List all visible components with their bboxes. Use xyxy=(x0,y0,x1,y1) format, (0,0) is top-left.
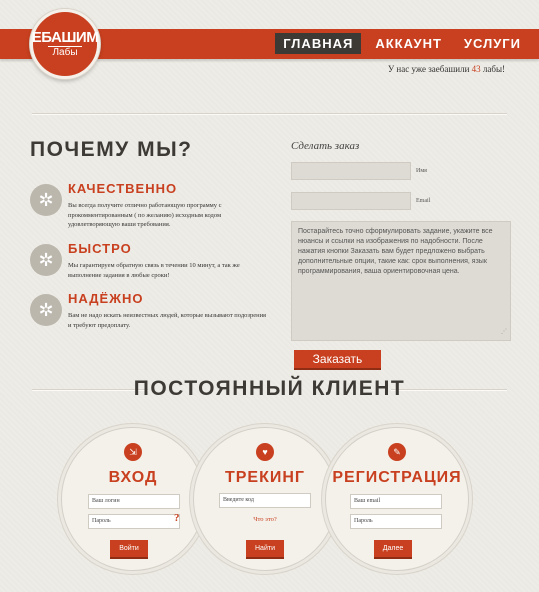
login-title: ВХОД xyxy=(108,469,158,486)
resize-grip-icon[interactable]: ⋰ xyxy=(501,327,507,337)
order-form-title: Сделать заказ xyxy=(291,140,360,152)
register-panel: ✎ РЕГИСТРАЦИЯ Ваш email Пароль Далее xyxy=(325,427,469,571)
nav-services[interactable]: УСЛУГИ xyxy=(456,33,529,54)
login-icon: ⇲ xyxy=(124,443,142,461)
asterisk-icon: ✲ xyxy=(30,294,62,326)
feature-text: Вам не надо искать неизвестных людей, ко… xyxy=(68,312,267,329)
login-input[interactable]: Ваш логин xyxy=(88,494,180,509)
nav-home[interactable]: ГЛАВНАЯ xyxy=(275,33,362,54)
tracking-panel: ♥ ТРЕКИНГ Введите код Что это? Найти xyxy=(193,427,337,571)
site-logo[interactable]: ЕБАШИМ Лабы xyxy=(30,9,100,79)
tracking-code-input[interactable]: Введите код xyxy=(219,493,311,508)
forgot-password-link[interactable]: ? xyxy=(174,512,180,524)
next-button[interactable]: Далее xyxy=(374,540,412,557)
logo-subtitle: Лабы xyxy=(48,46,82,58)
name-label: Имя xyxy=(416,168,427,174)
email-field[interactable] xyxy=(291,192,411,210)
tracking-title: ТРЕКИНГ xyxy=(224,469,305,486)
register-icon: ✎ xyxy=(388,443,406,461)
order-submit-button[interactable]: Заказать xyxy=(294,350,381,368)
login-button[interactable]: Войти xyxy=(110,540,148,557)
feature-text: Мы гарантируем обратную связь в течении … xyxy=(68,262,240,279)
password-input[interactable]: Пароль xyxy=(88,514,180,529)
why-us-heading: ПОЧЕМУ МЫ? xyxy=(30,138,193,161)
asterisk-icon: ✲ xyxy=(30,244,62,276)
feature-title: БЫСТРО xyxy=(68,241,132,256)
regular-client-heading: ПОСТОЯННЫЙ КЛИЕНТ xyxy=(133,377,406,400)
textarea-placeholder: Постарайтесь точно сформулировать задани… xyxy=(298,228,493,275)
main-nav: ГЛАВНАЯ АККАУНТ УСЛУГИ xyxy=(275,33,529,54)
find-button[interactable]: Найти xyxy=(246,540,284,557)
register-title: РЕГИСТРАЦИЯ xyxy=(332,469,462,486)
what-is-this-link[interactable]: Что это? xyxy=(194,516,336,523)
logo-title: ЕБАШИМ xyxy=(31,29,99,46)
name-field[interactable] xyxy=(291,162,411,180)
feature-title: КАЧЕСТВЕННО xyxy=(68,181,178,196)
divider xyxy=(32,113,507,115)
register-email-input[interactable]: Ваш email xyxy=(350,494,442,509)
heart-icon: ♥ xyxy=(256,443,274,461)
counter-suffix: лабы! xyxy=(482,64,505,74)
counter-number: 43 xyxy=(471,64,481,74)
labs-counter: У нас уже заебашили 43 лабы! xyxy=(388,64,505,74)
feature-title: НАДЁЖНО xyxy=(68,291,144,306)
counter-prefix: У нас уже заебашили xyxy=(387,64,470,74)
feature-text: Вы всегда получите отлично работающую пр… xyxy=(68,202,222,228)
asterisk-icon: ✲ xyxy=(30,184,62,216)
nav-account[interactable]: АККАУНТ xyxy=(367,33,450,54)
order-description-textarea[interactable]: Постарайтесь точно сформулировать задани… xyxy=(291,221,511,341)
register-password-input[interactable]: Пароль xyxy=(350,514,442,529)
login-panel: ⇲ ВХОД Ваш логин Пароль ? Войти xyxy=(61,427,205,571)
email-label: Email xyxy=(416,198,431,204)
